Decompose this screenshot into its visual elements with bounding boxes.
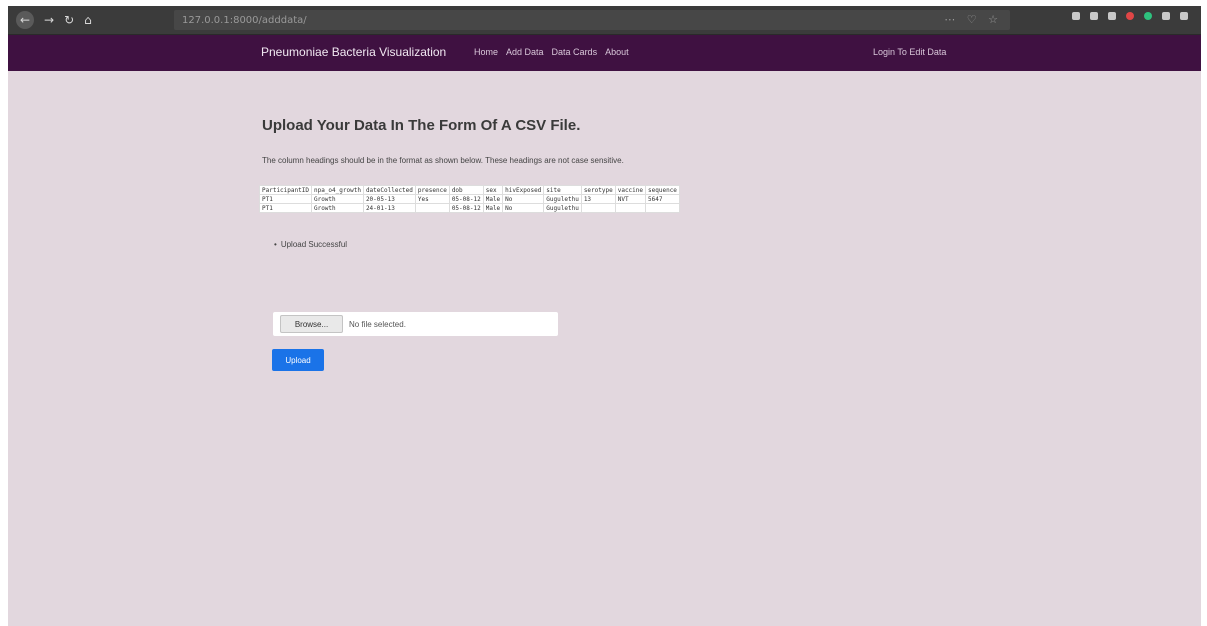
- table-cell: 24-01-13: [362, 203, 416, 213]
- browser-toolbar: ← → ↻ ⌂ 127.0.0.1:8000/adddata/ ⋯ ♡ ☆: [8, 6, 1201, 35]
- page-actions-icons[interactable]: ⋯ ♡ ☆: [944, 13, 1002, 26]
- table-header-cell: presence: [414, 185, 450, 195]
- table-row: PT1 Growth 24-01-13 05-08-12 Male No Gug…: [259, 203, 680, 213]
- url-text: 127.0.0.1:8000/adddata/: [182, 14, 307, 26]
- page-title: Upload Your Data In The Form Of A CSV Fi…: [262, 117, 581, 134]
- csv-format-table: ParticipantID npa_o4_growth dateCollecte…: [259, 185, 680, 213]
- table-cell: [580, 203, 616, 213]
- table-cell: Gugulethu: [543, 194, 582, 204]
- table-header-cell: ParticipantID: [259, 185, 312, 195]
- table-cell: No: [502, 203, 545, 213]
- file-input[interactable]: Browse... No file selected.: [273, 312, 558, 336]
- browser-nav-buttons: ← → ↻ ⌂: [8, 11, 166, 29]
- home-icon[interactable]: ⌂: [84, 13, 92, 27]
- table-cell: PT1: [259, 203, 312, 213]
- table-header-cell: serotype: [580, 185, 616, 195]
- table-cell: No: [502, 194, 545, 204]
- table-cell: Male: [482, 194, 504, 204]
- arrow-left-icon: ←: [19, 13, 31, 27]
- nav-link-home[interactable]: Home: [474, 47, 498, 57]
- table-cell: 20-05-13: [362, 194, 416, 204]
- extension-red-icon[interactable]: [1126, 12, 1134, 20]
- table-cell: [414, 203, 450, 213]
- table-cell: [614, 203, 647, 213]
- menu-icon[interactable]: [1180, 12, 1188, 20]
- forward-button[interactable]: →: [44, 13, 54, 27]
- table-cell: Male: [482, 203, 504, 213]
- nav-link-about[interactable]: About: [605, 47, 629, 57]
- extension-icon[interactable]: [1108, 12, 1116, 20]
- table-cell: Yes: [414, 194, 450, 204]
- table-cell: 05-08-12: [448, 203, 484, 213]
- table-header-cell: site: [543, 185, 582, 195]
- table-header-cell: sex: [482, 185, 504, 195]
- table-header-cell: npa_o4_growth: [310, 185, 364, 195]
- nav-links: Home Add Data Data Cards About: [474, 47, 629, 57]
- screen: ← → ↻ ⌂ 127.0.0.1:8000/adddata/ ⋯ ♡ ☆ Pn…: [0, 0, 1207, 626]
- browser-extension-icons: [1072, 12, 1188, 20]
- table-header-cell: vaccine: [614, 185, 647, 195]
- app-navbar: Pneumoniae Bacteria Visualization Home A…: [8, 35, 1201, 71]
- table-cell: [645, 203, 680, 213]
- browse-button[interactable]: Browse...: [280, 315, 343, 333]
- page-content: Upload Your Data In The Form Of A CSV Fi…: [8, 71, 1201, 626]
- table-cell: Growth: [310, 194, 364, 204]
- table-cell: 13: [580, 194, 616, 204]
- address-bar[interactable]: 127.0.0.1:8000/adddata/ ⋯ ♡ ☆: [174, 10, 1010, 30]
- reload-icon[interactable]: ↻: [64, 13, 74, 27]
- table-cell: 5647: [645, 194, 680, 204]
- back-button[interactable]: ←: [16, 11, 34, 29]
- table-cell: 05-08-12: [448, 194, 484, 204]
- table-cell: PT1: [259, 194, 312, 204]
- login-link[interactable]: Login To Edit Data: [873, 47, 946, 57]
- success-message: Upload Successful: [274, 240, 347, 249]
- messages-list: Upload Successful: [274, 240, 347, 249]
- table-header-cell: dob: [448, 185, 484, 195]
- table-header-cell: dateCollected: [362, 185, 416, 195]
- upload-button[interactable]: Upload: [272, 349, 324, 371]
- sidebar-icon[interactable]: [1090, 12, 1098, 20]
- table-header-cell: hivExposed: [502, 185, 545, 195]
- page-instructions: The column headings should be in the for…: [262, 156, 624, 165]
- extension-icon[interactable]: [1162, 12, 1170, 20]
- table-cell: NVT: [614, 194, 647, 204]
- table-cell: Growth: [310, 203, 364, 213]
- brand-title[interactable]: Pneumoniae Bacteria Visualization: [261, 45, 446, 59]
- file-status-text: No file selected.: [349, 319, 406, 329]
- table-header-row: ParticipantID npa_o4_growth dateCollecte…: [259, 185, 680, 195]
- library-icon[interactable]: [1072, 12, 1080, 20]
- extension-green-icon[interactable]: [1144, 12, 1152, 20]
- nav-link-data-cards[interactable]: Data Cards: [552, 47, 598, 57]
- table-header-cell: sequence: [645, 185, 680, 195]
- table-row: PT1 Growth 20-05-13 Yes 05-08-12 Male No…: [259, 194, 680, 204]
- table-cell: Gugulethu: [543, 203, 582, 213]
- nav-link-add-data[interactable]: Add Data: [506, 47, 544, 57]
